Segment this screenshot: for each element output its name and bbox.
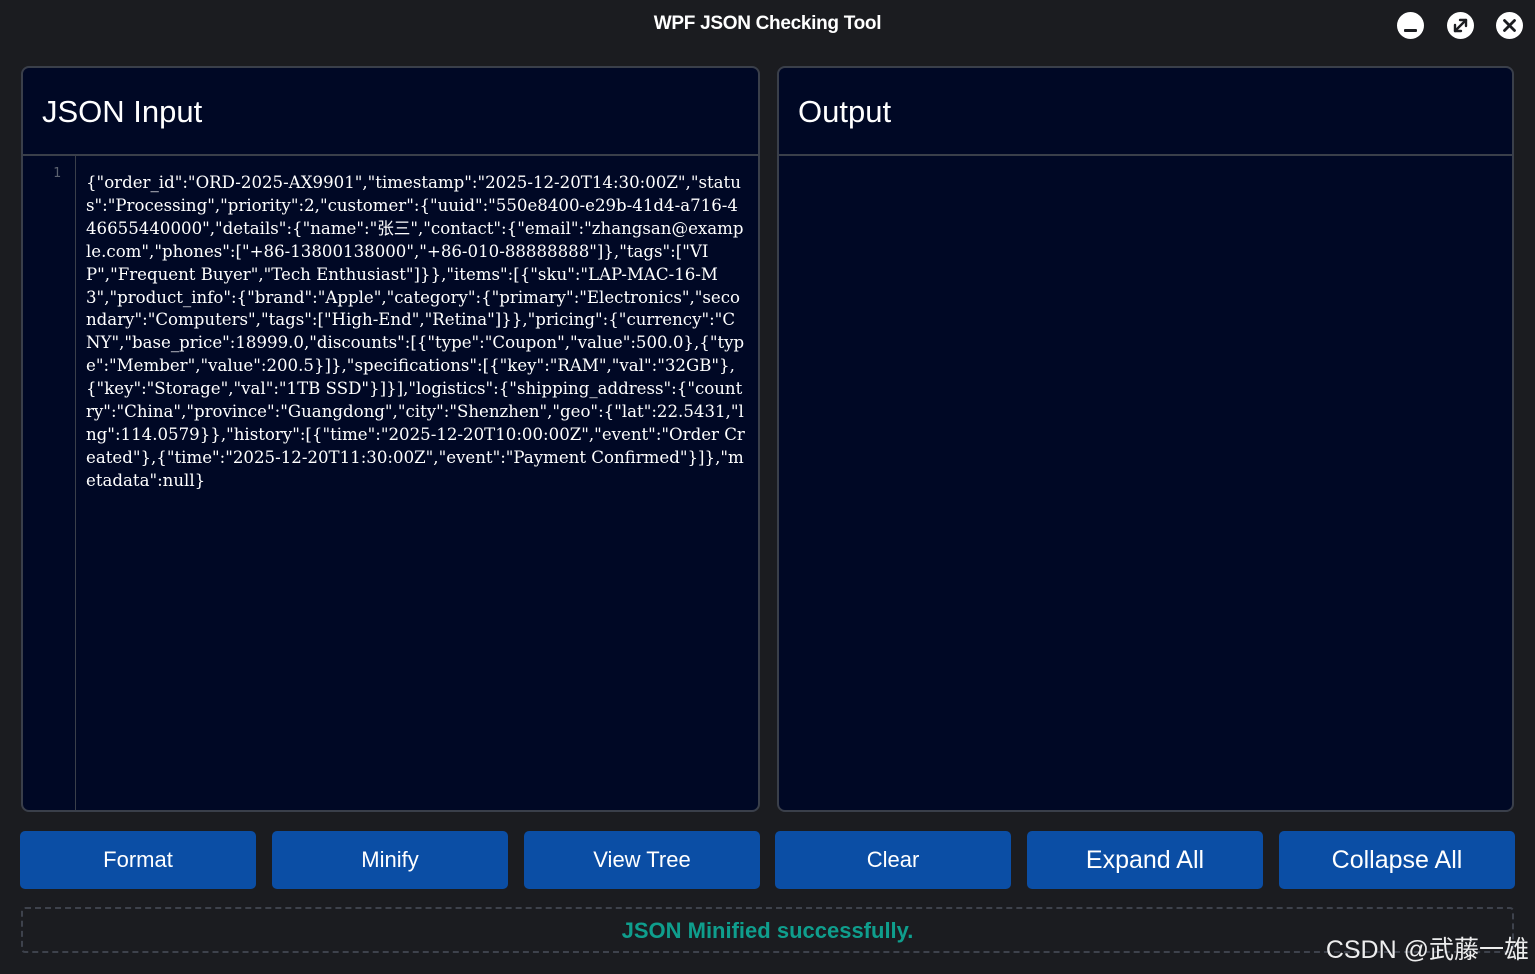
json-input-title: JSON Input xyxy=(42,94,203,129)
json-input-panel: JSON Input 1 {"order_id":"ORD-2025-AX990… xyxy=(21,66,760,812)
maximize-button[interactable] xyxy=(1447,12,1474,39)
title-bar[interactable]: WPF JSON Checking Tool xyxy=(0,0,1535,50)
close-button[interactable] xyxy=(1496,12,1523,39)
line-number-gutter: 1 xyxy=(23,156,76,810)
json-input-header: JSON Input xyxy=(23,68,758,156)
minify-button[interactable]: Minify xyxy=(272,831,508,889)
collapse-all-button[interactable]: Collapse All xyxy=(1279,831,1515,889)
view-tree-button[interactable]: View Tree xyxy=(524,831,760,889)
watermark: CSDN @武藤一雄 xyxy=(1325,936,1529,964)
json-input-editor[interactable]: {"order_id":"ORD-2025-AX9901","timestamp… xyxy=(86,172,746,493)
status-message: JSON Minified successfully. xyxy=(621,918,914,943)
minimize-icon xyxy=(1404,29,1417,32)
output-title: Output xyxy=(798,94,892,129)
output-area[interactable] xyxy=(779,156,1512,810)
maximize-icon xyxy=(1453,18,1468,33)
format-button[interactable]: Format xyxy=(20,831,256,889)
clear-button[interactable]: Clear xyxy=(775,831,1011,889)
close-icon xyxy=(1503,19,1516,32)
expand-all-button[interactable]: Expand All xyxy=(1027,831,1263,889)
output-header: Output xyxy=(779,68,1512,156)
minimize-button[interactable] xyxy=(1397,12,1424,39)
status-bar: JSON Minified successfully. xyxy=(21,907,1514,953)
window-title: WPF JSON Checking Tool xyxy=(653,13,882,34)
line-number: 1 xyxy=(53,166,61,181)
output-panel: Output xyxy=(777,66,1514,812)
